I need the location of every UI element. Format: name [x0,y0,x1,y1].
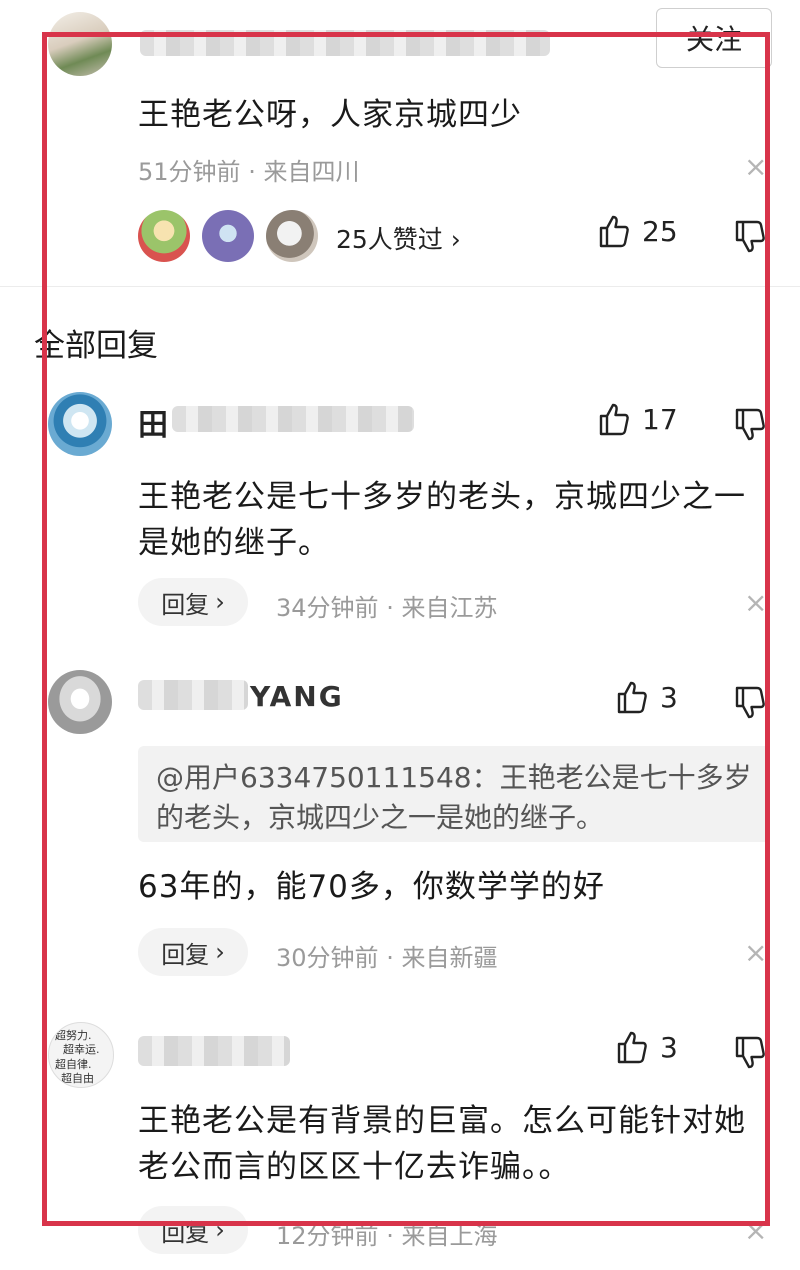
reply-button[interactable]: 回复 › [138,1206,248,1254]
meta-separator: · [248,158,256,186]
timestamp: 34分钟前 [276,594,379,622]
liker-avatar[interactable] [202,210,254,262]
avatar[interactable] [48,12,112,76]
avatar[interactable] [48,392,112,456]
like-button[interactable]: 17 [598,402,678,436]
thumbs-up-icon [598,214,630,248]
chevron-right-icon: › [450,225,461,254]
comment-meta: 12分钟前 · 来自上海 [276,1216,497,1251]
comment-text: 63年的，能70多，你数学学的好 [138,869,605,905]
timestamp: 30分钟前 [276,944,379,972]
quoted-text: @用户6334750111548：王艳老公是七十多岁的老头，京城四少之一是她的继… [156,761,752,834]
close-icon[interactable]: × [744,150,767,183]
close-icon[interactable]: × [744,586,767,619]
like-button[interactable]: 25 [598,214,678,248]
chevron-right-icon: › [215,1216,225,1244]
avatar-scribble-line: 超幸运. [63,1043,100,1056]
meta-separator: · [386,1222,394,1250]
avatar-scribble-line: 超自由 [61,1072,94,1085]
thumbs-up-icon [616,1030,648,1064]
like-count: 17 [642,402,678,436]
thumbs-down-icon[interactable] [734,220,766,254]
comment-text: 王艳老公是有背景的巨富。怎么可能针对她老公而言的区区十亿去诈骗。。 [138,1103,746,1185]
comment-text: 王艳老公呀，人家京城四少 [138,97,522,133]
comment-meta: 34分钟前 · 来自江苏 [276,588,497,623]
liker-avatar[interactable] [266,210,318,262]
username-partial[interactable]: 田 [138,400,168,444]
location: 来自四川 [263,158,360,186]
reply-button[interactable]: 回复 › [138,578,248,626]
reply-label: 回复 [161,590,210,619]
like-count: 25 [642,214,678,248]
thumbs-down-icon[interactable] [734,686,766,720]
username-blurred[interactable] [138,1036,290,1066]
comment-meta: 30分钟前 · 来自新疆 [276,938,497,973]
location: 来自新疆 [401,944,498,972]
follow-button[interactable]: 关注 [656,8,772,68]
likers-label: 25人赞过 [336,225,443,254]
thumbs-up-icon [598,402,630,436]
avatar[interactable]: 超努力. 超幸运. 超自律. 超自由 [48,1022,114,1088]
username-partial[interactable]: YANG [250,680,344,713]
username-blurred[interactable] [138,680,248,710]
meta-separator: · [386,594,394,622]
reply-label: 回复 [161,1218,210,1247]
username-blurred[interactable] [172,406,414,432]
username-blurred[interactable] [140,30,550,56]
meta-separator: · [386,944,394,972]
avatar[interactable] [48,670,112,734]
divider [0,286,800,287]
like-count: 3 [660,1030,678,1064]
location: 来自江苏 [401,594,498,622]
close-icon[interactable]: × [744,936,767,969]
thumbs-up-icon [616,680,648,714]
chevron-right-icon: › [215,938,225,966]
location: 来自上海 [401,1222,498,1250]
close-icon[interactable]: × [744,1214,767,1247]
timestamp: 51分钟前 [138,158,241,186]
likers-link[interactable]: 25人赞过 › [336,220,461,256]
chevron-right-icon: › [215,588,225,616]
comment-meta: 51分钟前 · 来自四川 [138,152,359,187]
timestamp: 12分钟前 [276,1222,379,1250]
like-count: 3 [660,680,678,714]
reply-label: 回复 [161,940,210,969]
reply-button[interactable]: 回复 › [138,928,248,976]
like-button[interactable]: 3 [616,680,678,714]
comment-text: 王艳老公是七十多岁的老头，京城四少之一是她的继子。 [138,479,746,561]
like-button[interactable]: 3 [616,1030,678,1064]
thumbs-down-icon[interactable] [734,408,766,442]
quoted-reply[interactable]: @用户6334750111548：王艳老公是七十多岁的老头，京城四少之一是她的继… [138,746,770,842]
liker-avatar[interactable] [138,210,190,262]
thumbs-down-icon[interactable] [734,1036,766,1070]
section-title: 全部回复 [34,328,158,364]
